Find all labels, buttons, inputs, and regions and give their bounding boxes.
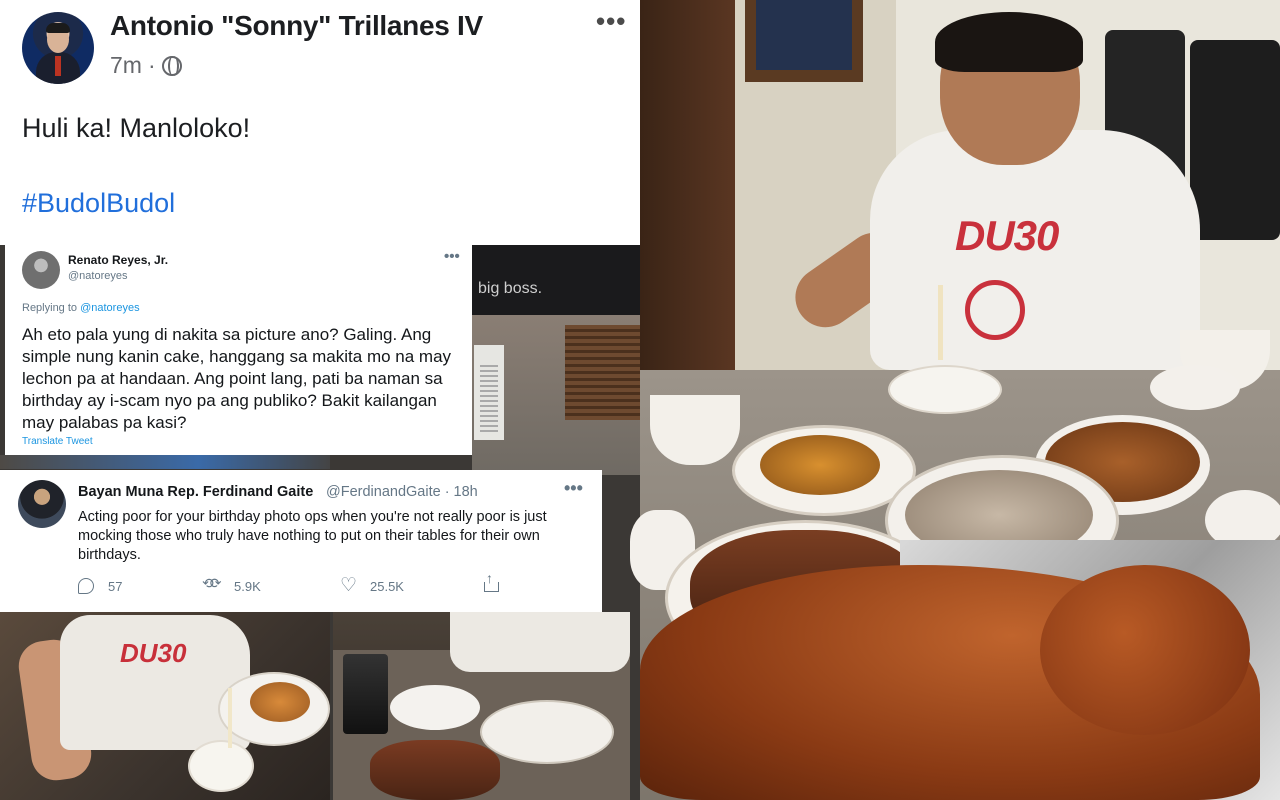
shirt-logo: DU30 [120,638,187,668]
tweet-avatar[interactable] [22,251,60,289]
hair-shape [935,12,1083,72]
door-shape [640,0,735,380]
bowl-shape [1150,365,1240,410]
reply-button[interactable]: 57 [78,578,122,594]
author-avatar[interactable] [22,12,94,84]
video-caption: big boss. [478,280,543,297]
post-text: Huli ka! Manloloko! [22,113,251,143]
meat-shape [370,740,500,800]
rice-cake-shape [188,740,254,792]
retweet-button[interactable]: 5.9K [202,575,261,594]
share-icon [484,570,499,592]
replying-prefix: Replying to [22,302,81,314]
no-symbol-shape [965,280,1025,340]
tweet-author-handle[interactable]: @natoreyes [68,270,127,282]
more-options-icon[interactable]: ••• [596,6,626,37]
rice-cake-shape [888,365,1002,414]
replying-to: Replying to @natoreyes [22,302,140,314]
lechon-head-shape [1040,565,1250,735]
retweet-icon [202,575,220,594]
picture-frame-inner [756,0,852,70]
retweet-count: 5.9K [234,578,261,594]
like-count: 25.5K [370,578,404,594]
meta-separator: · [147,52,156,78]
plate-shape [390,685,480,730]
heart-icon [340,574,357,597]
like-button[interactable]: 25.5K [340,574,404,597]
tweet-body: Ah eto pala yung di nakita sa picture an… [22,325,452,432]
shirt-shape [450,612,630,672]
reply-icon [78,578,94,594]
replying-to-link[interactable]: @natoreyes [80,302,139,314]
aircon-grille [480,362,498,432]
chair-shape [1190,40,1280,240]
reply-count: 57 [108,578,123,594]
tweet-more-icon[interactable]: ••• [564,478,583,499]
bowl-shape [480,700,614,764]
share-button[interactable] [484,570,499,592]
post-author-name[interactable]: Antonio "Sonny" Trillanes IV [110,10,483,42]
post-meta: 7m · [110,52,182,79]
cup-shape [650,395,740,465]
tweet-author-name[interactable]: Bayan Muna Rep. Ferdinand Gaite [78,484,313,500]
candle-shape [228,688,232,748]
tweet-author-name[interactable]: Renato Reyes, Jr. [68,253,168,267]
shirt-logo: DU30 [955,212,1059,259]
tweet-handle-time[interactable]: @FerdinandGaite · 18h [326,484,478,500]
hashtag-link[interactable]: #BudolBudol [22,188,175,219]
translate-tweet-link[interactable]: Translate Tweet [22,436,93,447]
shirt-shape [60,615,250,750]
tweet-more-icon[interactable]: ••• [444,248,460,265]
noodles-shape [760,435,880,495]
tweet-body: Acting poor for your birthday photo ops … [78,509,547,563]
noodles-shape [250,682,310,722]
candle-shape [938,285,943,360]
globe-icon [161,55,182,76]
tweet-avatar[interactable] [18,480,66,528]
photo-strip [0,455,330,469]
window-blinds [565,325,642,420]
post-time[interactable]: 7m [110,52,142,79]
glass-shape [343,654,388,734]
